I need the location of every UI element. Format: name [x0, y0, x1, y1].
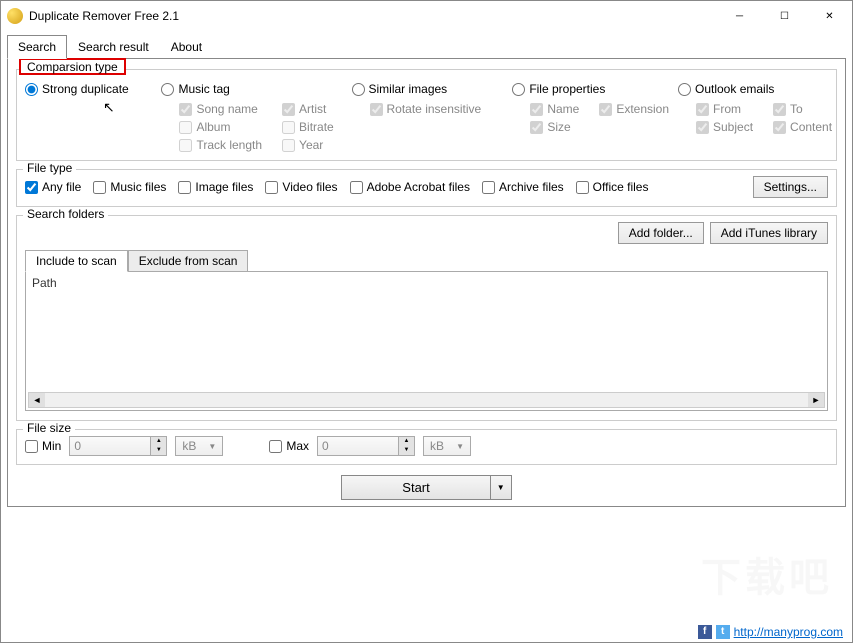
radio-strong-duplicate[interactable] — [25, 83, 38, 96]
spin-down-icon[interactable]: ▼ — [150, 446, 166, 455]
tab-search-result[interactable]: Search result — [67, 35, 160, 59]
scroll-left-icon[interactable]: ◄ — [29, 393, 45, 407]
tab-include-scan[interactable]: Include to scan — [25, 250, 128, 272]
settings-button[interactable]: Settings... — [753, 176, 828, 198]
chk-album — [179, 121, 192, 134]
search-folders-group: Search folders Add folder... Add iTunes … — [16, 215, 837, 421]
chk-min-size[interactable] — [25, 440, 38, 453]
watermark: 下载吧 — [701, 545, 833, 603]
chk-rotate-insensitive — [370, 103, 383, 116]
scroll-right-icon[interactable]: ► — [808, 393, 824, 407]
chk-year — [282, 139, 295, 152]
chk-subject — [696, 121, 709, 134]
start-button[interactable]: Start — [341, 475, 490, 500]
tab-search[interactable]: Search — [7, 35, 67, 59]
main-tabs: Search Search result About — [7, 35, 846, 59]
content-pane: Comparsion type Strong duplicate Music t… — [7, 58, 846, 507]
file-size-group: File size Min ▲▼ kB▼ Max ▲▼ kB▼ — [16, 429, 837, 465]
chk-music-files[interactable] — [93, 181, 106, 194]
app-icon — [7, 8, 23, 24]
chk-extension — [599, 103, 612, 116]
path-list[interactable]: Path ◄ ► — [25, 271, 828, 411]
label-outlook-emails: Outlook emails — [695, 82, 774, 96]
file-type-legend: File type — [23, 161, 76, 175]
horizontal-scrollbar[interactable]: ◄ ► — [28, 392, 825, 408]
chk-track-length — [179, 139, 192, 152]
window-title: Duplicate Remover Free 2.1 — [29, 9, 717, 23]
label-file-properties: File properties — [529, 82, 605, 96]
titlebar: Duplicate Remover Free 2.1 ─ ☐ ✕ — [1, 1, 852, 31]
chk-name — [530, 103, 543, 116]
chk-artist — [282, 103, 295, 116]
chk-office-files[interactable] — [576, 181, 589, 194]
chk-content — [773, 121, 786, 134]
path-column-header: Path — [32, 276, 821, 290]
min-size-input[interactable] — [70, 437, 150, 455]
chk-acrobat-files[interactable] — [350, 181, 363, 194]
chk-archive-files[interactable] — [482, 181, 495, 194]
spin-up-icon[interactable]: ▲ — [150, 437, 166, 446]
chk-bitrate — [282, 121, 295, 134]
chk-from — [696, 103, 709, 116]
label-similar-images: Similar images — [369, 82, 448, 96]
chk-image-files[interactable] — [178, 181, 191, 194]
spin-up-icon[interactable]: ▲ — [398, 437, 414, 446]
radio-music-tag[interactable] — [161, 83, 174, 96]
footer: f t http://manyprog.com — [698, 625, 843, 639]
file-size-legend: File size — [23, 421, 75, 435]
radio-similar-images[interactable] — [352, 83, 365, 96]
label-music-tag: Music tag — [178, 82, 229, 96]
chevron-down-icon: ▼ — [208, 442, 216, 451]
minimize-button[interactable]: ─ — [717, 1, 762, 31]
comparison-type-group: Comparsion type Strong duplicate Music t… — [16, 69, 837, 161]
max-size-input[interactable] — [318, 437, 398, 455]
chk-video-files[interactable] — [265, 181, 278, 194]
radio-outlook-emails[interactable] — [678, 83, 691, 96]
chk-to — [773, 103, 786, 116]
max-unit-select[interactable]: kB▼ — [423, 436, 471, 456]
maximize-button[interactable]: ☐ — [762, 1, 807, 31]
start-dropdown-button[interactable]: ▼ — [491, 475, 512, 500]
facebook-icon[interactable]: f — [698, 625, 712, 639]
comparison-legend: Comparsion type — [19, 58, 126, 75]
twitter-icon[interactable]: t — [716, 625, 730, 639]
search-folders-legend: Search folders — [23, 207, 108, 221]
chk-max-size[interactable] — [269, 440, 282, 453]
chevron-down-icon: ▼ — [456, 442, 464, 451]
file-type-group: File type Any file Music files Image fil… — [16, 169, 837, 207]
min-unit-select[interactable]: kB▼ — [175, 436, 223, 456]
add-itunes-button[interactable]: Add iTunes library — [710, 222, 828, 244]
label-strong-duplicate: Strong duplicate — [42, 82, 129, 96]
website-link[interactable]: http://manyprog.com — [734, 625, 843, 639]
chk-song-name — [179, 103, 192, 116]
chk-size — [530, 121, 543, 134]
chk-any-file[interactable] — [25, 181, 38, 194]
add-folder-button[interactable]: Add folder... — [618, 222, 704, 244]
radio-file-properties[interactable] — [512, 83, 525, 96]
spin-down-icon[interactable]: ▼ — [398, 446, 414, 455]
tab-about[interactable]: About — [160, 35, 213, 59]
tab-exclude-scan[interactable]: Exclude from scan — [128, 250, 249, 272]
close-button[interactable]: ✕ — [807, 1, 852, 31]
